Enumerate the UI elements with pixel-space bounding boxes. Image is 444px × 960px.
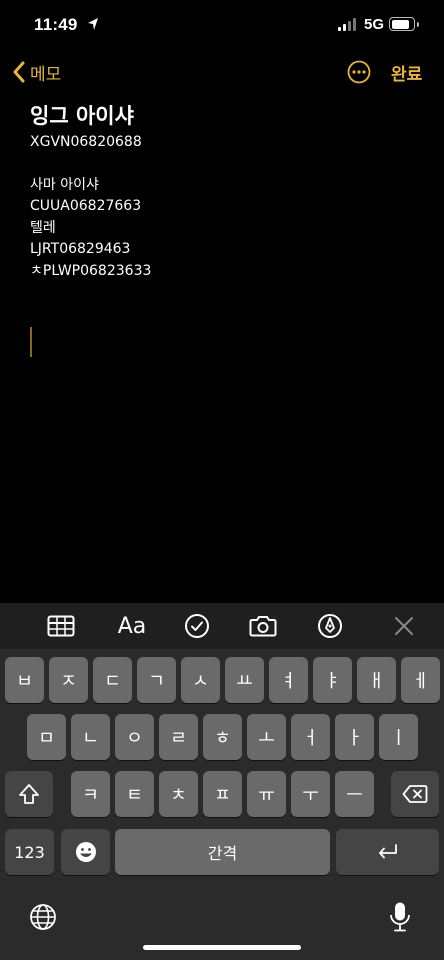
location-arrow-icon	[88, 18, 98, 30]
key[interactable]: ㅗ	[247, 714, 286, 760]
emoji-icon	[75, 842, 96, 862]
key[interactable]: ㅋ	[71, 771, 110, 817]
key[interactable]: ㅕ	[269, 657, 308, 703]
checklist-icon[interactable]	[183, 613, 211, 639]
formatting-toolbar: Aa	[0, 603, 444, 649]
back-label: 메모	[30, 64, 62, 85]
key[interactable]: ㄱ	[137, 657, 176, 703]
key[interactable]: ㅌ	[115, 771, 154, 817]
key[interactable]: ㅈ	[49, 657, 88, 703]
key[interactable]: ㄹ	[159, 714, 198, 760]
camera-icon[interactable]	[249, 613, 277, 639]
key[interactable]: ㅐ	[357, 657, 396, 703]
chevron-left-icon	[13, 61, 25, 83]
key[interactable]: ㅇ	[115, 714, 154, 760]
delete-key[interactable]	[391, 771, 439, 817]
note-line: 텔레	[30, 219, 56, 236]
space-key[interactable]: 간격	[115, 829, 330, 875]
key[interactable]: ㅅ	[181, 657, 220, 703]
battery-icon	[389, 17, 419, 31]
key[interactable]: ㅜ	[291, 771, 330, 817]
table-icon[interactable]	[47, 613, 75, 639]
return-key[interactable]	[336, 829, 439, 875]
delete-icon	[402, 785, 428, 803]
key[interactable]: ㅊ	[159, 771, 198, 817]
note-line: CUUA06827663	[30, 198, 142, 214]
numbers-key[interactable]: 123	[5, 829, 54, 875]
text-cursor	[30, 327, 32, 357]
done-button[interactable]: 완료	[391, 60, 422, 85]
note-title: 잉그 아이샤	[30, 104, 134, 128]
key[interactable]: ㅁ	[27, 714, 66, 760]
emoji-key[interactable]	[61, 829, 110, 875]
key[interactable]: ㅏ	[335, 714, 374, 760]
shift-icon	[19, 784, 39, 804]
globe-icon[interactable]	[29, 903, 57, 931]
key[interactable]: ㅔ	[401, 657, 440, 703]
format-text-button[interactable]: Aa	[116, 613, 148, 639]
network-type: 5G	[364, 16, 385, 33]
close-icon[interactable]	[390, 613, 418, 639]
key[interactable]: ㅍ	[203, 771, 242, 817]
key[interactable]: ㅎ	[203, 714, 242, 760]
key[interactable]: ㅂ	[5, 657, 44, 703]
key[interactable]: ㅓ	[291, 714, 330, 760]
note-line: LJRT06829463	[30, 241, 131, 257]
markup-icon[interactable]	[316, 613, 344, 639]
keyboard: ㅂ ㅈ ㄷ ㄱ ㅅ ㅛ ㅕ ㅑ ㅐ ㅔ ㅁ ㄴ ㅇ ㄹ ㅎ ㅗ ㅓ ㅏ ㅣ ㅋ …	[0, 649, 444, 960]
key[interactable]: ㄷ	[93, 657, 132, 703]
key[interactable]: ㅑ	[313, 657, 352, 703]
signal-icon	[338, 18, 358, 31]
note-line: XGVN06820688	[30, 134, 142, 150]
shift-key[interactable]	[5, 771, 53, 817]
key[interactable]: ㅡ	[335, 771, 374, 817]
key[interactable]: ㅣ	[379, 714, 418, 760]
status-time: 11:49	[34, 15, 78, 34]
back-button[interactable]: 메모	[12, 58, 61, 86]
return-icon	[378, 844, 397, 859]
note-line: 사마 아이샤	[30, 176, 99, 193]
microphone-icon[interactable]	[389, 901, 411, 933]
key[interactable]: ㅛ	[225, 657, 264, 703]
status-bar: 11:49 5G	[0, 0, 444, 50]
note-body[interactable]: 잉그 아이샤 XGVN06820688 사마 아이샤 CUUA06827663 …	[30, 100, 430, 282]
more-icon[interactable]	[347, 60, 371, 84]
key[interactable]: ㅠ	[247, 771, 286, 817]
home-indicator[interactable]	[143, 945, 301, 950]
note-line: ㅊPLWP06823633	[30, 262, 152, 279]
key[interactable]: ㄴ	[71, 714, 110, 760]
